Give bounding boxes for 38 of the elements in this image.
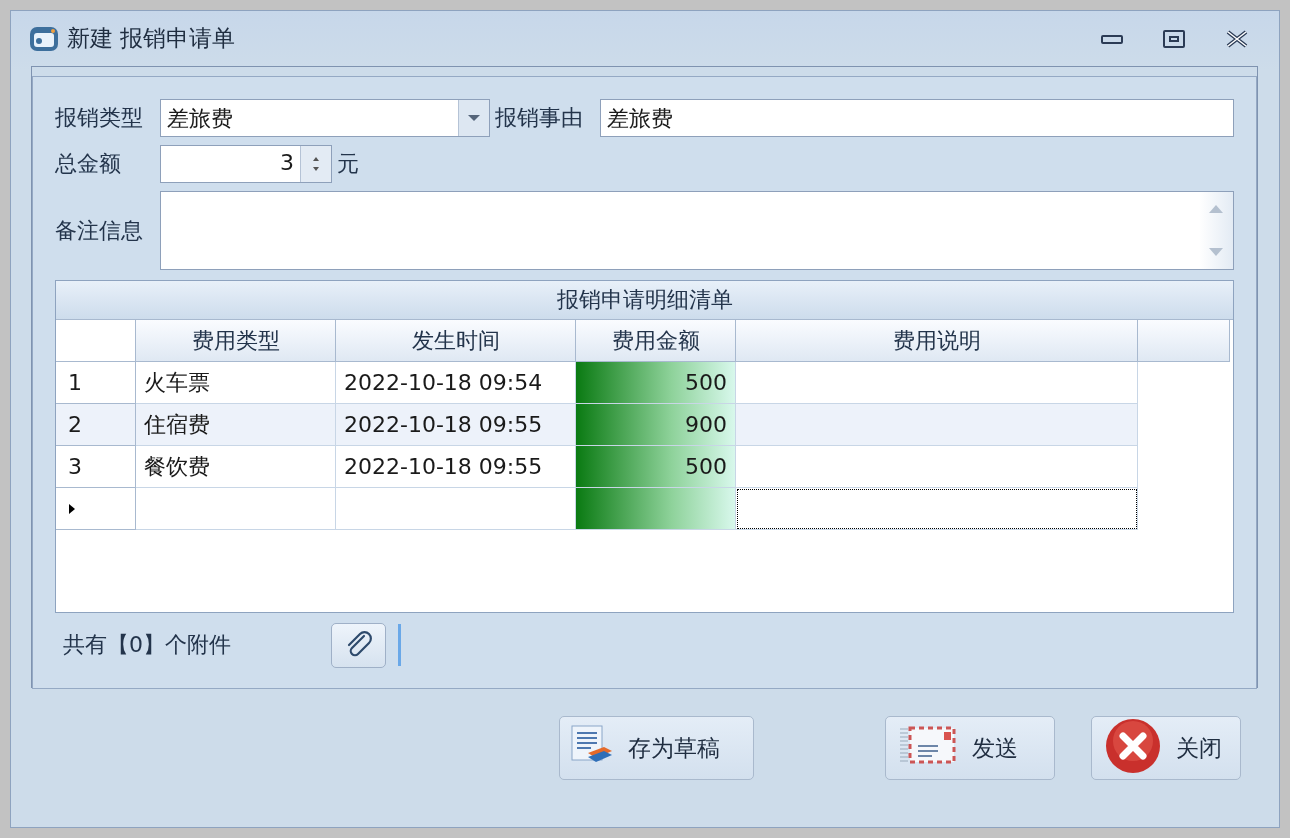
row-number: 3 xyxy=(56,446,136,488)
table-cell: 住宿费 xyxy=(136,404,336,446)
expense-type-dropdown[interactable]: 差旅费 xyxy=(160,99,490,137)
window-title: 新建 报销申请单 xyxy=(67,24,236,53)
row-number: 1 xyxy=(56,362,136,404)
column-header: 费用金额 xyxy=(576,320,736,362)
table-cell: 500 xyxy=(576,446,736,488)
text-cursor xyxy=(398,624,401,666)
restore-icon[interactable] xyxy=(1163,29,1185,48)
field-label: 备注信息 xyxy=(55,216,144,245)
column-header: 费用类型 xyxy=(136,320,336,362)
table-cell: 2022-10-18 09:54 xyxy=(336,362,576,404)
close-icon[interactable] xyxy=(1225,29,1249,48)
unit-label: 元 xyxy=(337,150,359,178)
save-draft-button[interactable]: 存为草稿 xyxy=(559,716,754,780)
table-cell: 900 xyxy=(576,404,736,446)
attachment-count: 共有【0】个附件 xyxy=(63,631,232,659)
table-cell: 火车票 xyxy=(136,362,336,404)
send-button[interactable]: 发送 xyxy=(885,716,1055,780)
table-cell: 2022-10-18 09:55 xyxy=(336,446,576,488)
table-cell: 500 xyxy=(576,362,736,404)
row-number: 2 xyxy=(56,404,136,446)
minimize-icon[interactable] xyxy=(1101,32,1123,45)
close-button[interactable]: 关闭 xyxy=(1091,716,1241,780)
field-label: 总金额 xyxy=(55,150,122,178)
reason-field[interactable]: 差旅费 xyxy=(600,99,1234,137)
table-cell: 餐饮费 xyxy=(136,446,336,488)
field-label: 报销类型 xyxy=(55,104,144,132)
attach-button[interactable] xyxy=(331,622,386,668)
amount-spinner[interactable]: 3 xyxy=(160,145,332,183)
dropdown-caret-icon xyxy=(468,115,480,121)
app-icon xyxy=(29,24,59,53)
field-label: 报销事由 xyxy=(495,104,584,132)
x-circle-icon xyxy=(1104,716,1162,775)
column-header: 发生时间 xyxy=(336,320,576,362)
column-header: 费用说明 xyxy=(736,320,1138,362)
table-cell: 2022-10-18 09:55 xyxy=(336,404,576,446)
grid-caption: 报销申请明细清单 xyxy=(56,281,1233,320)
